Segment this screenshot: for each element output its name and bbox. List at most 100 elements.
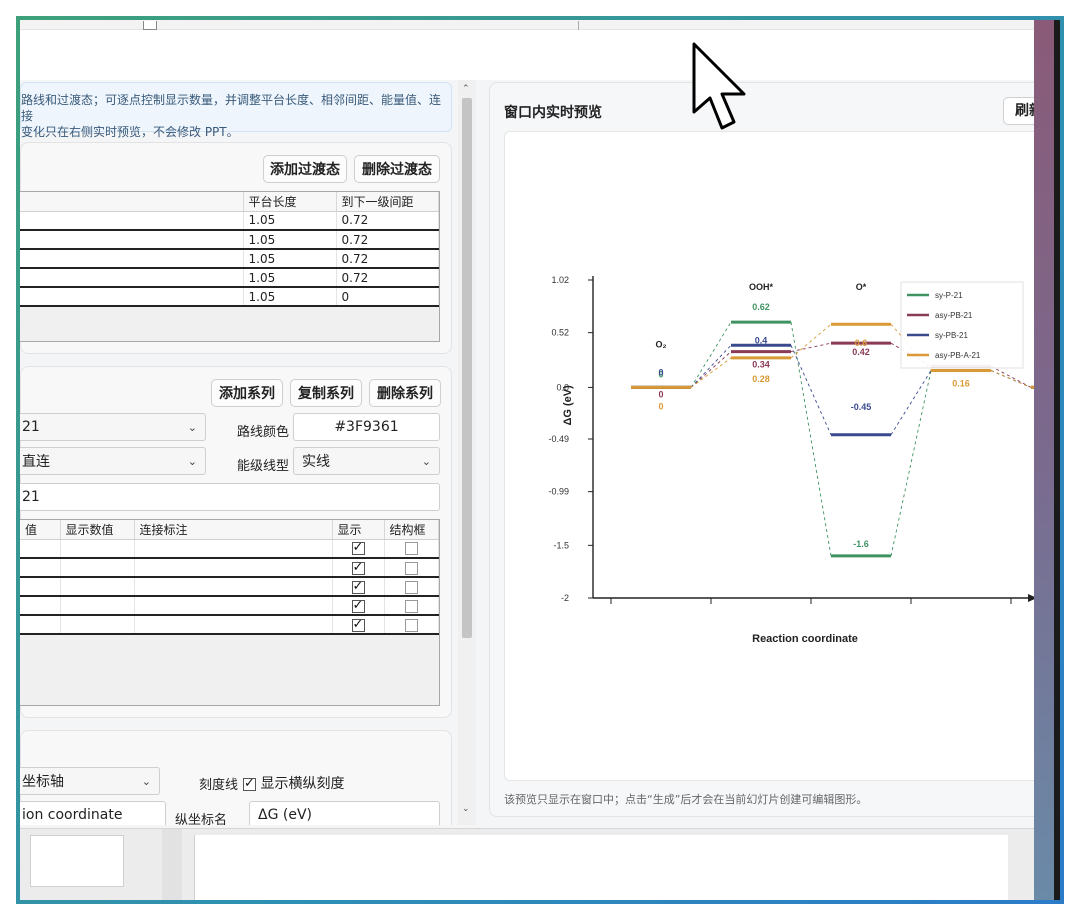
- cell-value[interactable]: [20, 615, 61, 635]
- cell-gap[interactable]: 0.72: [336, 211, 439, 231]
- cell-gap[interactable]: 0.72: [336, 268, 439, 288]
- settings-scrollbar[interactable]: ⌃ ⌄: [458, 80, 476, 825]
- frame-checkbox[interactable]: [404, 618, 418, 632]
- scroll-down-icon[interactable]: ⌄: [462, 804, 470, 814]
- info-banner: 路线和过渡态；可逐点控制显示数量，并调整平台长度、相邻间距、能量值、连接 变化只…: [20, 82, 452, 139]
- cell-length[interactable]: 1.05: [243, 268, 337, 288]
- cell-show-value[interactable]: [60, 615, 135, 635]
- scroll-up-icon[interactable]: ⌃: [462, 84, 470, 94]
- frame-checkbox[interactable]: [404, 561, 418, 575]
- route-color-input[interactable]: #3F9361: [293, 413, 440, 441]
- cell-show-value[interactable]: [60, 558, 135, 578]
- connector-line: [990, 370, 1032, 388]
- cell-connect-note[interactable]: [134, 596, 333, 616]
- table-row[interactable]: 1.05 0.72: [20, 268, 439, 288]
- cell-frame[interactable]: [384, 596, 439, 616]
- col-show: 显示: [332, 520, 385, 540]
- axis-select[interactable]: 坐标轴 ⌄: [20, 767, 160, 795]
- cell-value[interactable]: [20, 558, 61, 578]
- cell-show-value[interactable]: [60, 539, 135, 559]
- connector-line: [790, 322, 832, 556]
- connector-line: [690, 351, 732, 388]
- col-length: 平台长度: [243, 192, 337, 212]
- table-row[interactable]: [20, 558, 439, 578]
- delete-transition-button[interactable]: 删除过渡态: [354, 155, 440, 183]
- connect-mode-select[interactable]: 直连 ⌄: [20, 447, 206, 475]
- level-style-label: 能级线型: [237, 459, 290, 474]
- cell-connect-note[interactable]: [134, 615, 333, 635]
- top-checkbox[interactable]: [143, 21, 157, 30]
- cell-frame[interactable]: [384, 577, 439, 597]
- show-ticks-toggle[interactable]: 显示横纵刻度: [243, 773, 344, 793]
- category-label: OOH*: [749, 282, 774, 292]
- data-label: 0.34: [752, 360, 770, 370]
- data-label: 0.4: [755, 335, 768, 345]
- cell-connect-note[interactable]: [134, 539, 333, 559]
- cell-show[interactable]: [332, 558, 385, 578]
- level-style-select[interactable]: 实线 ⌄: [293, 447, 440, 475]
- cell-gap[interactable]: 0.72: [336, 249, 439, 269]
- add-series-button[interactable]: 添加系列: [211, 379, 283, 407]
- add-transition-button[interactable]: 添加过渡态: [263, 155, 347, 183]
- y-tick-label: -2: [561, 593, 569, 603]
- delete-series-button[interactable]: 删除系列: [369, 379, 441, 407]
- show-checkbox[interactable]: [351, 598, 365, 613]
- slide-thumbnail[interactable]: [30, 835, 124, 887]
- show-ticks-checkbox[interactable]: [243, 776, 256, 791]
- frame-checkbox[interactable]: [404, 599, 418, 613]
- cell-value[interactable]: [20, 596, 61, 616]
- col-gap: 到下一级间距: [336, 192, 439, 212]
- legend-label: asy-PB-A-21: [935, 351, 981, 360]
- cell-length[interactable]: 1.05: [243, 287, 337, 307]
- cell-frame[interactable]: [384, 539, 439, 559]
- copy-series-button[interactable]: 复制系列: [290, 379, 362, 407]
- table-row[interactable]: 1.05 0.72: [20, 211, 439, 231]
- cell-frame[interactable]: [384, 558, 439, 578]
- cell-value[interactable]: [20, 577, 61, 597]
- table-row[interactable]: [20, 615, 439, 635]
- cell-connect-note[interactable]: [134, 577, 333, 597]
- series-name-input[interactable]: 21: [20, 483, 440, 511]
- show-checkbox[interactable]: [351, 560, 365, 575]
- cell-connect-note[interactable]: [134, 558, 333, 578]
- data-label: 0: [658, 367, 663, 377]
- cell-show[interactable]: [332, 539, 385, 559]
- table-row[interactable]: 1.05 0: [20, 287, 439, 307]
- col-show-value: 显示数值: [60, 520, 135, 540]
- cell-value[interactable]: [20, 539, 61, 559]
- table-row[interactable]: [20, 596, 439, 616]
- connector-line: [790, 323, 832, 359]
- table-row[interactable]: [20, 539, 439, 559]
- cell-frame[interactable]: [384, 615, 439, 635]
- table-row[interactable]: [20, 577, 439, 597]
- show-checkbox[interactable]: [351, 617, 365, 632]
- cell-length[interactable]: 1.05: [243, 211, 337, 231]
- show-checkbox[interactable]: [351, 579, 365, 594]
- frame-checkbox[interactable]: [404, 580, 418, 594]
- table-row[interactable]: 1.05 0.72: [20, 230, 439, 250]
- y-tick-label: 0.52: [551, 328, 569, 338]
- info-line-1: 路线和过渡态；可逐点控制显示数量，并调整平台长度、相邻间距、能量值、连接: [21, 93, 442, 123]
- chevron-down-icon: ⌄: [187, 454, 197, 468]
- title-band: [20, 30, 1034, 82]
- data-label: -0.45: [851, 402, 872, 412]
- cell-show[interactable]: [332, 596, 385, 616]
- scroll-thumb[interactable]: [462, 98, 472, 638]
- cell-show-value[interactable]: [60, 577, 135, 597]
- table-row[interactable]: 1.05 0.72: [20, 249, 439, 269]
- cell-show[interactable]: [332, 577, 385, 597]
- xlabel-input[interactable]: ion coordinate: [20, 801, 166, 825]
- cell-gap[interactable]: 0.72: [336, 230, 439, 250]
- cell-length[interactable]: 1.05: [243, 249, 337, 269]
- series-select[interactable]: 21 ⌄: [20, 413, 206, 441]
- cell-show[interactable]: [332, 615, 385, 635]
- ylabel-input[interactable]: ΔG (eV): [249, 801, 440, 825]
- cell-gap[interactable]: 0: [336, 287, 439, 307]
- show-checkbox[interactable]: [351, 540, 365, 556]
- transition-card: 添加过渡态 删除过渡态 平台长度 到下一级间距 1.05 0.72 1.05 0.7…: [20, 142, 452, 354]
- frame-checkbox[interactable]: [404, 542, 418, 556]
- connector-line: [790, 345, 832, 435]
- legend-label: sy-PB-21: [935, 331, 968, 340]
- cell-show-value[interactable]: [60, 596, 135, 616]
- cell-length[interactable]: 1.05: [243, 230, 337, 250]
